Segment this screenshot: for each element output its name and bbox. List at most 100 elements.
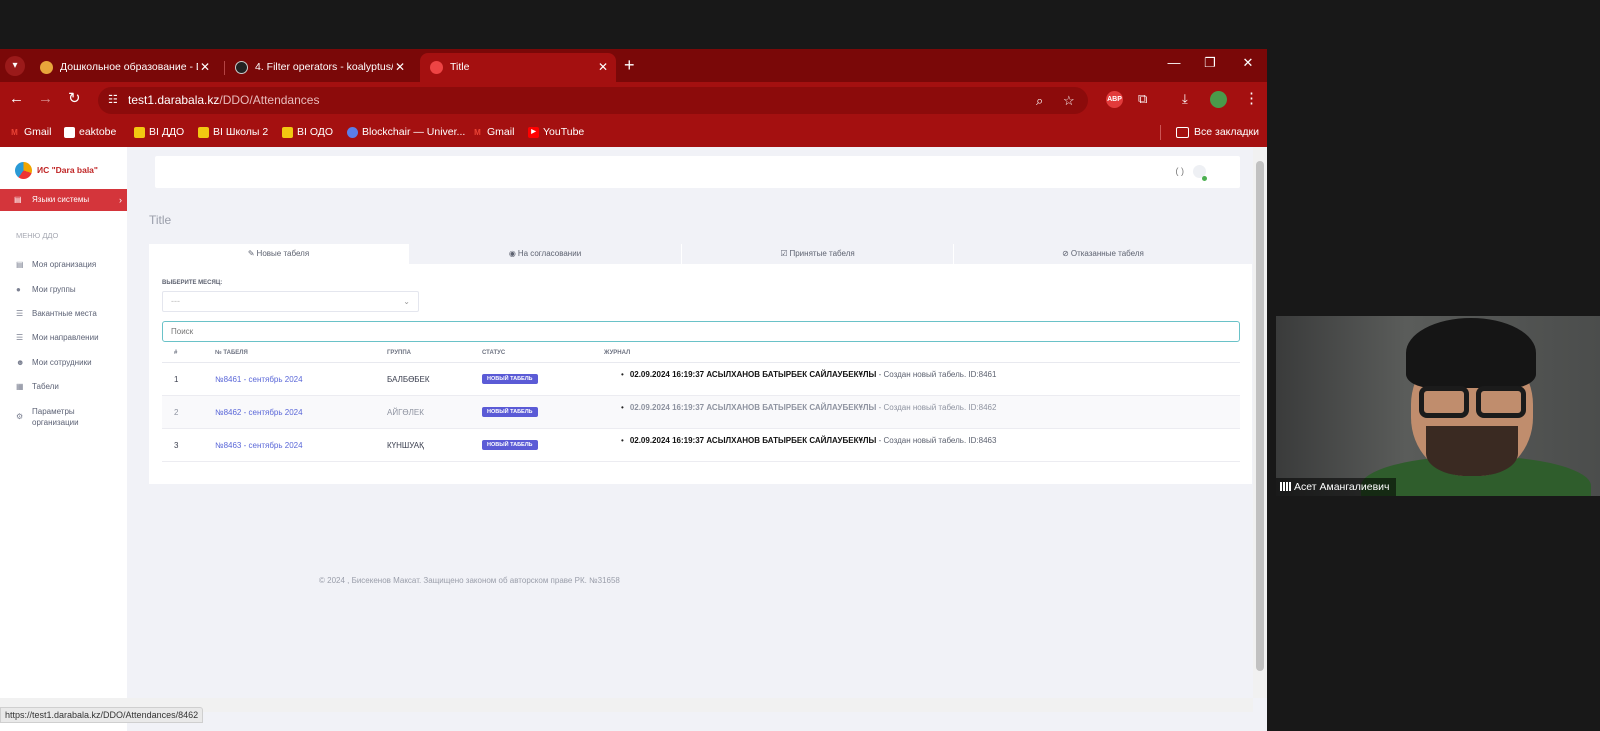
bookmark-blockchair[interactable]: Blockchair — Univer... bbox=[347, 118, 465, 147]
status-badge: НОВЫЙ ТАБЕЛЬ bbox=[482, 440, 538, 450]
month-select-value: --- bbox=[171, 296, 180, 306]
eye-icon: ◉ bbox=[508, 249, 516, 258]
bookmark-label: eaktobe bbox=[79, 126, 117, 138]
bookmark-label: Gmail bbox=[487, 126, 515, 138]
tab-label: На согласовании bbox=[517, 249, 582, 258]
new-tab-icon[interactable]: + bbox=[624, 55, 635, 75]
powerbi-icon bbox=[198, 127, 209, 138]
table-row: 1 №8461 - сентябрь 2024 БАЛБӨБЕК НОВЫЙ Т… bbox=[162, 363, 1240, 396]
signal-strength-icon bbox=[1280, 482, 1291, 491]
site-info-icon[interactable]: ☷ bbox=[108, 87, 118, 114]
page-title: Title bbox=[149, 213, 172, 227]
tabel-link[interactable]: №8462 - сентябрь 2024 bbox=[215, 408, 303, 417]
row-number: 2 bbox=[174, 408, 179, 417]
journal-text: - Создан новый табель. ID:8461 bbox=[876, 370, 997, 379]
zoom-icon[interactable]: ⌕ bbox=[1036, 87, 1043, 114]
menu-header: МЕНЮ ДДО bbox=[16, 231, 59, 240]
close-tab-icon[interactable]: ✕ bbox=[598, 53, 608, 82]
close-tab-icon[interactable]: ✕ bbox=[395, 53, 405, 82]
browser-menu-icon[interactable]: ⋮ bbox=[1244, 90, 1259, 108]
column-header-number: # bbox=[174, 350, 178, 356]
sidebar-item-tabels[interactable]: ▦ Табели bbox=[0, 381, 127, 392]
adblock-extension-icon[interactable]: ABP bbox=[1106, 91, 1123, 108]
sidebar-item-directions[interactable]: ☰ Мои направлении bbox=[0, 332, 127, 343]
app-logo[interactable]: ИС "Dara bala" bbox=[15, 161, 98, 181]
status-badge: НОВЫЙ ТАБЕЛЬ bbox=[482, 374, 538, 384]
url-path: /DDO/Attendances bbox=[219, 93, 320, 107]
journal-user: АСЫЛХАНОВ БАТЫРБЕК САЙЛАУБЕКҰЛЫ bbox=[706, 403, 877, 412]
address-bar[interactable]: ☷ test1.darabala.kz/DDO/Attendances ⌕ ☆ bbox=[98, 87, 1088, 114]
tab-accepted[interactable]: ☑ Принятые табеля bbox=[682, 244, 953, 264]
status-badge: НОВЫЙ ТАБЕЛЬ bbox=[482, 407, 538, 417]
video-call-tile[interactable]: Асет Амангалиевич bbox=[1276, 316, 1600, 496]
chevron-right-icon: › bbox=[119, 195, 122, 205]
browser-tab-2[interactable]: 4. Filter operators - koalyptus/Tr ✕ bbox=[225, 53, 413, 82]
minimize-icon[interactable]: — bbox=[1164, 55, 1184, 70]
bookmark-eaktobe[interactable]: eaktobe bbox=[64, 118, 116, 147]
sidebar-item-label: Моя организация bbox=[32, 260, 97, 269]
row-number: 3 bbox=[174, 441, 179, 450]
sidebar-item-label: Мои сотрудники bbox=[32, 358, 92, 367]
profile-avatar[interactable] bbox=[1210, 91, 1227, 108]
settings-icon: ⚙ bbox=[16, 412, 24, 421]
bookmark-gmail[interactable]: M Gmail bbox=[9, 118, 51, 147]
bookmarks-divider bbox=[1160, 125, 1161, 140]
back-icon[interactable]: ← bbox=[9, 90, 24, 108]
sidebar-item-groups[interactable]: ● Мои группы bbox=[0, 284, 127, 295]
sidebar-item-vacancies[interactable]: ☰ Вакантные места bbox=[0, 308, 127, 319]
participant-hair bbox=[1406, 318, 1536, 388]
edit-icon: ✎ bbox=[247, 249, 255, 258]
page-vertical-scrollbar[interactable] bbox=[1253, 147, 1267, 698]
column-header-journal: ЖУРНАЛ bbox=[604, 350, 631, 356]
bookmark-youtube[interactable]: ▶ YouTube bbox=[528, 118, 584, 147]
browser-toolbar: ← → ↻ ☷ test1.darabala.kz/DDO/Attendance… bbox=[0, 82, 1267, 118]
top-header-card: ( ) bbox=[155, 156, 1240, 188]
tab-search-icon[interactable]: ▾ bbox=[5, 56, 25, 76]
sidebar-item-label: Мои группы bbox=[32, 285, 76, 294]
online-status-icon bbox=[1202, 176, 1207, 181]
tab-rejected[interactable]: ⊘ Отказанные табеля bbox=[954, 244, 1252, 264]
sidebar-item-organization[interactable]: ▤ Моя организация bbox=[0, 259, 127, 270]
tab-pending[interactable]: ◉ На согласовании bbox=[409, 244, 681, 264]
bookmark-star-icon[interactable]: ☆ bbox=[1063, 87, 1075, 114]
restore-icon[interactable]: ❐ bbox=[1200, 55, 1220, 71]
browser-tab-1[interactable]: Дошкольное образование - D ✕ bbox=[30, 53, 218, 82]
sidebar-item-employees[interactable]: ☻ Мои сотрудники bbox=[0, 357, 127, 368]
sidebar: ИС "Dara bala" ▤ Языки системы › МЕНЮ ДД… bbox=[0, 147, 127, 731]
bookmark-gmail-2[interactable]: M Gmail bbox=[472, 118, 514, 147]
bookmark-label: Все закладки bbox=[1194, 126, 1259, 138]
bookmark-label: BI ДДО bbox=[149, 126, 185, 138]
glasses-left bbox=[1419, 386, 1469, 418]
web-page: ИС "Dara bala" ▤ Языки системы › МЕНЮ ДД… bbox=[0, 147, 1267, 731]
reload-icon[interactable]: ↻ bbox=[68, 90, 81, 108]
bookmark-bi-odo[interactable]: BI ОДО bbox=[282, 118, 333, 147]
all-bookmarks[interactable]: Все закладки bbox=[1176, 118, 1259, 147]
month-select[interactable]: --- ⌄ bbox=[162, 291, 419, 312]
scrollbar-thumb[interactable] bbox=[1256, 161, 1264, 671]
forward-icon[interactable]: → bbox=[38, 90, 53, 108]
tab-bar: ▾ Дошкольное образование - D ✕ 4. Filter… bbox=[0, 49, 1267, 82]
sidebar-item-label: Табели bbox=[32, 382, 59, 391]
column-header-status: СТАТУС bbox=[482, 350, 506, 356]
tab-new-tabels[interactable]: ✎ Новые табеля bbox=[149, 244, 408, 264]
bookmark-bi-ddo[interactable]: BI ДДО bbox=[134, 118, 184, 147]
browser-tab-3[interactable]: Title ✕ bbox=[420, 53, 616, 82]
participant-beard bbox=[1426, 426, 1518, 476]
language-menu[interactable]: ▤ Языки системы › bbox=[0, 189, 127, 211]
bookmark-bi-schools[interactable]: BI Школы 2 bbox=[198, 118, 268, 147]
bookmark-label: Gmail bbox=[24, 126, 52, 138]
month-select-label: ВЫБЕРИТЕ МЕСЯЦ: bbox=[162, 280, 223, 286]
sidebar-scrollbar[interactable] bbox=[127, 147, 135, 731]
participant-name-label: Асет Амангалиевич bbox=[1276, 478, 1396, 496]
gmail-icon: M bbox=[11, 128, 18, 137]
journal-date: 02.09.2024 16:19:37 bbox=[629, 436, 705, 445]
close-tab-icon[interactable]: ✕ bbox=[200, 53, 210, 82]
search-input[interactable] bbox=[162, 321, 1240, 342]
sidebar-item-settings[interactable]: ⚙ Параметры организации bbox=[0, 406, 100, 428]
tabel-link[interactable]: №8461 - сентябрь 2024 bbox=[215, 375, 303, 384]
close-window-icon[interactable]: ✕ bbox=[1238, 55, 1258, 71]
extensions-puzzle-icon[interactable]: ⧉ bbox=[1138, 90, 1147, 108]
journal-entry: • 02.09.2024 16:19:37 АСЫЛХАНОВ БАТЫРБЕК … bbox=[621, 436, 997, 445]
tabel-link[interactable]: №8463 - сентябрь 2024 bbox=[215, 441, 303, 450]
download-icon[interactable]: ⤓ bbox=[1182, 90, 1188, 108]
